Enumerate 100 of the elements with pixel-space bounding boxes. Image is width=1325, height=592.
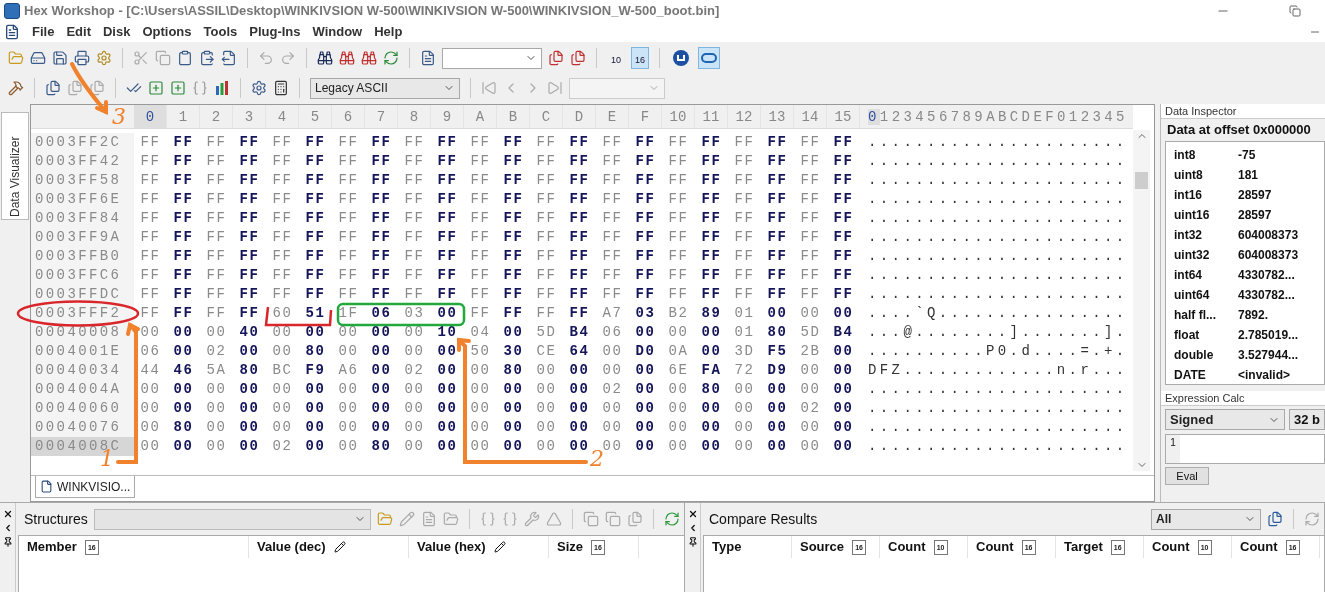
braces-icon[interactable] bbox=[192, 80, 208, 96]
calculator-icon[interactable] bbox=[273, 80, 289, 96]
close-icon[interactable] bbox=[687, 509, 698, 519]
pin-icon[interactable] bbox=[687, 537, 698, 547]
hex-byte: 00 bbox=[304, 418, 327, 437]
menu-item[interactable]: Tools bbox=[203, 22, 238, 42]
pin-icon[interactable] bbox=[2, 537, 13, 547]
menu-item[interactable]: Window bbox=[312, 22, 363, 42]
documents-icon[interactable] bbox=[89, 80, 105, 96]
gear-icon[interactable] bbox=[251, 80, 267, 96]
replace-icon[interactable] bbox=[383, 50, 399, 66]
hex-byte: 00 bbox=[337, 418, 360, 437]
column-header[interactable]: Value (dec) bbox=[249, 536, 409, 558]
hex-byte: FF bbox=[832, 209, 855, 228]
offset-cell: 00040060 bbox=[31, 399, 134, 418]
add-structure-icon[interactable] bbox=[170, 80, 186, 96]
menu-item[interactable]: Edit bbox=[66, 22, 91, 42]
bar-chart-icon[interactable] bbox=[214, 80, 230, 96]
refresh-icon[interactable] bbox=[664, 511, 680, 527]
hex-byte: FF bbox=[370, 247, 393, 266]
navigation-dropdown[interactable] bbox=[569, 77, 665, 99]
hex-byte: 00 bbox=[271, 323, 294, 342]
drive-icon[interactable] bbox=[30, 50, 46, 66]
byte-order-icon[interactable] bbox=[698, 47, 721, 69]
gear-icon[interactable] bbox=[96, 50, 112, 66]
side-tab[interactable]: Data Visualizer bbox=[1, 112, 29, 220]
undo-icon[interactable] bbox=[258, 50, 274, 66]
inspector-type: int32 bbox=[1174, 227, 1203, 244]
close-icon[interactable] bbox=[2, 509, 13, 519]
bit-width-dropdown[interactable]: 32 b bbox=[1289, 409, 1325, 430]
next-bookmark-icon[interactable] bbox=[570, 50, 586, 66]
column-header[interactable]: Type bbox=[704, 536, 792, 558]
find-previous-icon[interactable] bbox=[339, 50, 355, 66]
copy-out-icon[interactable] bbox=[605, 511, 622, 527]
pencil-icon[interactable] bbox=[333, 541, 346, 553]
cut-icon[interactable] bbox=[133, 50, 149, 66]
expression-field[interactable]: 1 bbox=[1165, 434, 1325, 464]
redo-icon[interactable] bbox=[280, 50, 296, 66]
hex-byte: 00 bbox=[634, 323, 657, 342]
export-icon[interactable] bbox=[221, 50, 237, 66]
number-base-toggle[interactable]: 16 bbox=[631, 47, 650, 69]
menu-item[interactable]: Options bbox=[142, 22, 192, 42]
wrench-icon[interactable] bbox=[524, 511, 541, 527]
open-folder-icon[interactable] bbox=[377, 511, 394, 527]
hex-byte: 00 bbox=[403, 323, 426, 342]
document-icon[interactable] bbox=[4, 24, 20, 40]
offset-cell: 0003FF58 bbox=[31, 171, 134, 190]
open-folder-icon[interactable] bbox=[8, 50, 24, 66]
hex-byte: FF bbox=[205, 152, 228, 171]
copy-icon[interactable] bbox=[155, 50, 171, 66]
hex-byte: FF bbox=[304, 171, 327, 190]
goto-icon[interactable] bbox=[420, 50, 436, 66]
scrollbar-thumb[interactable] bbox=[1135, 172, 1148, 189]
number-base-toggle[interactable]: 10 bbox=[607, 47, 625, 69]
find-icon[interactable] bbox=[317, 50, 333, 66]
plus-icon[interactable] bbox=[148, 80, 164, 96]
character-set-dropdown[interactable]: Legacy ASCII bbox=[310, 77, 460, 99]
previous-bookmark-icon[interactable] bbox=[548, 50, 564, 66]
paste-icon[interactable] bbox=[177, 50, 193, 66]
compare-icon[interactable] bbox=[1267, 511, 1283, 527]
menu-item[interactable]: Help bbox=[374, 22, 403, 42]
last-icon[interactable] bbox=[547, 80, 563, 96]
hex-byte: 02 bbox=[205, 342, 228, 361]
scrollbar[interactable] bbox=[1133, 130, 1150, 471]
braces-icon[interactable] bbox=[480, 511, 497, 527]
copy-documents-icon[interactable] bbox=[67, 80, 83, 96]
find-next-icon[interactable] bbox=[361, 50, 377, 66]
structure-dropdown[interactable] bbox=[93, 508, 372, 530]
bracket-icon[interactable] bbox=[502, 511, 519, 527]
eval-button[interactable]: Eval bbox=[1165, 467, 1209, 485]
save-icon[interactable] bbox=[52, 50, 68, 66]
printer-icon[interactable] bbox=[74, 50, 90, 66]
menu-item[interactable]: Plug-Ins bbox=[249, 22, 301, 42]
hex-byte: FF bbox=[535, 266, 558, 285]
menu-item[interactable]: Disk bbox=[102, 22, 131, 42]
hex-byte: FF bbox=[601, 266, 624, 285]
insert-icon[interactable] bbox=[627, 511, 644, 527]
hammer-icon[interactable] bbox=[8, 80, 24, 96]
filter-dropdown[interactable]: All bbox=[1151, 508, 1261, 530]
hex-byte: FF bbox=[634, 171, 657, 190]
compare-icon[interactable] bbox=[45, 80, 61, 96]
refresh-icon[interactable] bbox=[1304, 511, 1320, 527]
hex-byte: 00 bbox=[271, 418, 294, 437]
restore-icon[interactable] bbox=[1289, 5, 1301, 17]
hex-byte: FF bbox=[337, 133, 360, 152]
hex-byte: 00 bbox=[139, 399, 162, 418]
goto-field[interactable] bbox=[442, 47, 542, 69]
paste-special-icon[interactable] bbox=[199, 50, 215, 66]
folder-icon[interactable] bbox=[443, 511, 460, 527]
hex-byte: FF bbox=[337, 171, 360, 190]
file-tab[interactable]: WINKVISIO... bbox=[35, 476, 136, 498]
first-icon[interactable] bbox=[481, 80, 497, 96]
triangle-icon[interactable] bbox=[546, 511, 563, 527]
hex-byte: 00 bbox=[238, 380, 261, 399]
column-header[interactable]: Value (hex) bbox=[409, 536, 549, 558]
hex-byte: 00 bbox=[568, 361, 591, 380]
menu-item[interactable]: File bbox=[32, 22, 55, 42]
pencil-icon[interactable] bbox=[493, 541, 506, 553]
copy-icon[interactable] bbox=[583, 511, 600, 527]
sign-mode-dropdown[interactable]: Signed bbox=[1165, 409, 1285, 430]
